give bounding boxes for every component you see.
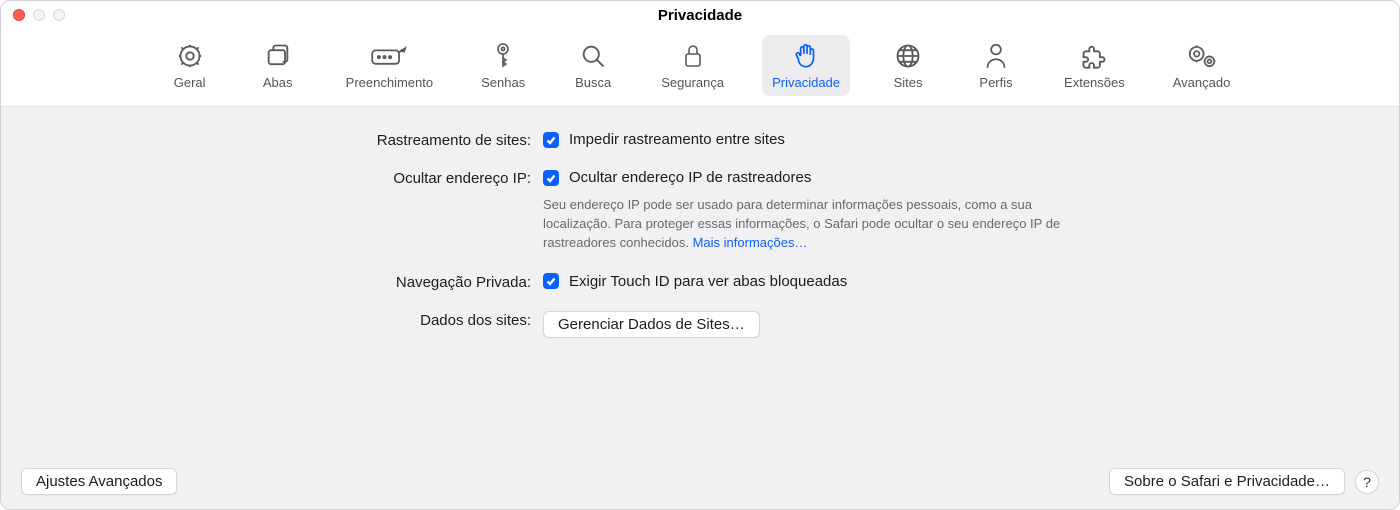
window-controls: [13, 9, 65, 21]
tab-abas[interactable]: Abas: [248, 35, 308, 96]
person-icon: [983, 41, 1009, 71]
preferences-tabs: Geral Abas Preenchimento Senhas Busca: [1, 29, 1399, 107]
search-icon: [579, 41, 607, 71]
tab-geral[interactable]: Geral: [160, 35, 220, 96]
tab-seguranca[interactable]: Segurança: [651, 35, 734, 96]
tab-label: Senhas: [481, 75, 525, 90]
tab-label: Abas: [263, 75, 293, 90]
tabs-icon: [264, 41, 292, 71]
tracking-label: Rastreamento de sites:: [21, 131, 531, 149]
hide-ip-from-trackers-checkbox[interactable]: Ocultar endereço IP de rastreadores: [543, 169, 1063, 186]
checkbox-checked-icon: [543, 273, 559, 289]
tab-avancado[interactable]: Avançado: [1163, 35, 1241, 96]
hide-ip-description: Seu endereço IP pode ser usado para dete…: [543, 194, 1063, 253]
autofill-icon: [370, 41, 408, 71]
more-info-link[interactable]: Mais informações…: [693, 235, 808, 250]
tab-perfis[interactable]: Perfis: [966, 35, 1026, 96]
tab-busca[interactable]: Busca: [563, 35, 623, 96]
content-pane: Rastreamento de sites: Impedir rastreame…: [1, 107, 1399, 509]
tab-label: Perfis: [979, 75, 1012, 90]
tab-preenchimento[interactable]: Preenchimento: [336, 35, 443, 96]
close-window-button[interactable]: [13, 9, 25, 21]
require-touch-id-checkbox[interactable]: Exigir Touch ID para ver abas bloqueadas: [543, 273, 1063, 290]
checkbox-label: Ocultar endereço IP de rastreadores: [569, 169, 811, 186]
checkbox-checked-icon: [543, 170, 559, 186]
checkbox-label: Impedir rastreamento entre sites: [569, 131, 785, 148]
puzzle-icon: [1080, 41, 1108, 71]
tab-label: Geral: [174, 75, 206, 90]
tab-senhas[interactable]: Senhas: [471, 35, 535, 96]
checkbox-label: Exigir Touch ID para ver abas bloqueadas: [569, 273, 847, 290]
prevent-cross-site-tracking-checkbox[interactable]: Impedir rastreamento entre sites: [543, 131, 1063, 148]
titlebar: Privacidade: [1, 1, 1399, 29]
tab-label: Preenchimento: [346, 75, 433, 90]
site-data-label: Dados dos sites:: [21, 311, 531, 329]
tab-label: Privacidade: [772, 75, 840, 90]
key-icon: [491, 41, 515, 71]
window-title: Privacidade: [1, 7, 1399, 24]
gear-icon: [176, 41, 204, 71]
tab-extensoes[interactable]: Extensões: [1054, 35, 1135, 96]
tab-label: Busca: [575, 75, 611, 90]
checkbox-checked-icon: [543, 132, 559, 148]
hand-icon: [792, 41, 820, 71]
hide-ip-label: Ocultar endereço IP:: [21, 169, 531, 187]
advanced-settings-button[interactable]: Ajustes Avançados: [21, 468, 177, 495]
globe-icon: [894, 41, 922, 71]
tab-label: Segurança: [661, 75, 724, 90]
lock-icon: [681, 41, 705, 71]
zoom-window-button[interactable]: [53, 9, 65, 21]
about-safari-privacy-button[interactable]: Sobre o Safari e Privacidade…: [1109, 468, 1345, 495]
gears-icon: [1186, 41, 1218, 71]
help-button[interactable]: ?: [1355, 470, 1379, 494]
tab-privacidade[interactable]: Privacidade: [762, 35, 850, 96]
tab-label: Extensões: [1064, 75, 1125, 90]
private-browsing-label: Navegação Privada:: [21, 273, 531, 291]
tab-label: Avançado: [1173, 75, 1231, 90]
minimize-window-button[interactable]: [33, 9, 45, 21]
manage-website-data-button[interactable]: Gerenciar Dados de Sites…: [543, 311, 760, 338]
tab-label: Sites: [894, 75, 923, 90]
preferences-window: Privacidade Geral Abas Preenchimento S: [0, 0, 1400, 510]
tab-sites[interactable]: Sites: [878, 35, 938, 96]
footer: Ajustes Avançados Sobre o Safari e Priva…: [21, 468, 1379, 495]
